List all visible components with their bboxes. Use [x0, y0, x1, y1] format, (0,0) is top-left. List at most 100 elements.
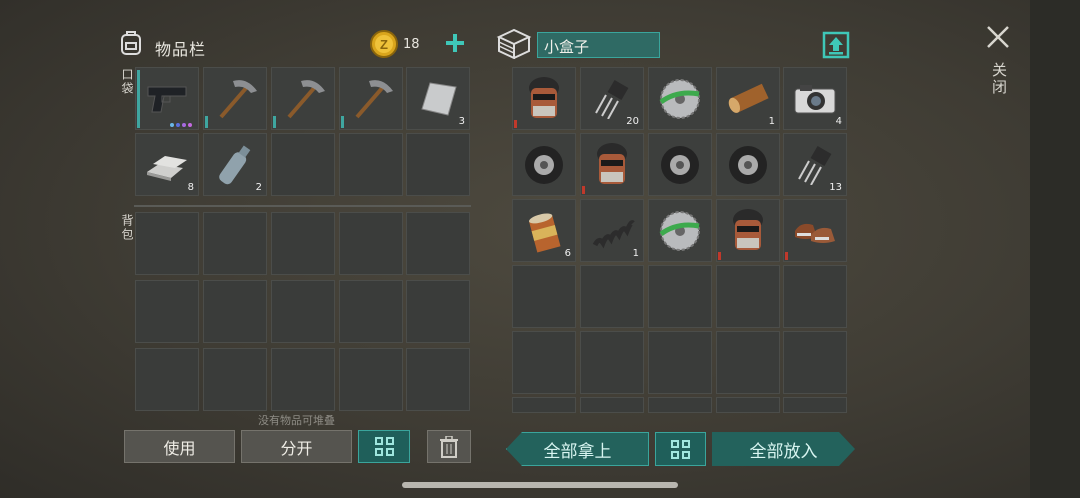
container-slot[interactable]: [783, 397, 847, 413]
container-slot[interactable]: [580, 133, 644, 196]
close-label[interactable]: 关闭: [989, 62, 1010, 96]
backpack-slot[interactable]: [271, 212, 335, 275]
sort-button[interactable]: [358, 430, 410, 463]
trash-button[interactable]: [427, 430, 471, 463]
grid-icon: [374, 437, 394, 456]
backpack-slot[interactable]: [339, 212, 403, 275]
pocket-slot[interactable]: [203, 67, 267, 130]
item-count: 1: [632, 248, 639, 259]
item-count: 1: [768, 116, 775, 127]
container-slot[interactable]: 6: [512, 199, 576, 262]
item-count: 4: [835, 116, 842, 127]
container-slot[interactable]: [512, 265, 576, 328]
pocket-slot[interactable]: [271, 67, 335, 130]
coin-count: 18: [403, 37, 420, 52]
container-title-field[interactable]: 小盒子: [537, 32, 660, 58]
attachment-dots: [170, 123, 192, 127]
welding-mask-icon: [581, 134, 643, 195]
pocket-slot[interactable]: [339, 67, 403, 130]
grid-icon: [671, 439, 690, 459]
pocket-slot[interactable]: [339, 133, 403, 196]
container-slot[interactable]: [648, 133, 712, 196]
backpack-slot[interactable]: [203, 348, 267, 411]
backpack-slot[interactable]: [339, 280, 403, 343]
container-slot[interactable]: [716, 133, 780, 196]
coin-icon: Z: [369, 29, 399, 63]
boots-icon: [784, 200, 846, 261]
put-all-button[interactable]: 全部放入: [712, 432, 855, 466]
container-slot[interactable]: [648, 331, 712, 394]
container-slot[interactable]: [580, 331, 644, 394]
container-slot[interactable]: 1: [716, 67, 780, 130]
container-slot[interactable]: 4: [783, 67, 847, 130]
welding-mask-icon: [513, 68, 575, 129]
pickaxe-icon: [340, 68, 402, 129]
pistol-icon: [136, 68, 198, 129]
add-coins-button[interactable]: [444, 32, 466, 54]
split-button[interactable]: 分开: [241, 430, 352, 463]
close-icon: [987, 26, 1009, 48]
backpack-slot[interactable]: [271, 348, 335, 411]
container-slot[interactable]: [580, 397, 644, 413]
container-slot[interactable]: [648, 67, 712, 130]
container-slot[interactable]: [648, 199, 712, 262]
backpack-slot[interactable]: [135, 348, 199, 411]
pocket-slot[interactable]: [135, 67, 199, 130]
pocket-slot[interactable]: 3: [406, 67, 470, 130]
welding-mask-icon: [717, 200, 779, 261]
right-dark-panel: [1030, 0, 1080, 498]
inventory-title: 物品栏: [155, 40, 207, 59]
backpack-slot[interactable]: [135, 212, 199, 275]
container-slot[interactable]: [648, 265, 712, 328]
item-count: 20: [626, 116, 639, 127]
take-all-button[interactable]: 全部拿上: [506, 432, 649, 466]
trash-icon: [440, 435, 458, 458]
pocket-slot[interactable]: [406, 133, 470, 196]
backpack-slot[interactable]: [203, 280, 267, 343]
box-icon: [496, 27, 532, 63]
backpack-slot[interactable]: [406, 212, 470, 275]
container-slot[interactable]: [716, 265, 780, 328]
use-button[interactable]: 使用: [124, 430, 235, 463]
close-button[interactable]: [985, 24, 1011, 50]
container-slot[interactable]: [783, 199, 847, 262]
container-slot[interactable]: [716, 331, 780, 394]
container-sort-button[interactable]: [655, 432, 706, 466]
backpack-slot[interactable]: [203, 212, 267, 275]
backpack-slot[interactable]: [406, 348, 470, 411]
saw-blade-icon: [649, 200, 711, 261]
container-slot[interactable]: 20: [580, 67, 644, 130]
container-slot[interactable]: [512, 397, 576, 413]
backpack-slot[interactable]: [406, 280, 470, 343]
pocket-slot[interactable]: 2: [203, 133, 267, 196]
container-slot[interactable]: 13: [783, 133, 847, 196]
tire-icon: [513, 134, 575, 195]
backpack-slot[interactable]: [271, 280, 335, 343]
container-title: 小盒子: [544, 38, 590, 56]
pickaxe-icon: [204, 68, 266, 129]
container-slot[interactable]: [512, 67, 576, 130]
pocket-slot[interactable]: 8: [135, 133, 199, 196]
container-slot[interactable]: [648, 397, 712, 413]
backpack-slot[interactable]: [135, 280, 199, 343]
container-slot[interactable]: [716, 397, 780, 413]
container-slot[interactable]: 1: [580, 199, 644, 262]
pocket-slot[interactable]: [271, 133, 335, 196]
container-slot[interactable]: [580, 265, 644, 328]
item-count: 2: [255, 182, 262, 193]
container-slot[interactable]: [783, 331, 847, 394]
tire-icon: [649, 134, 711, 195]
upload-button[interactable]: [822, 31, 850, 63]
upload-icon: [822, 31, 850, 59]
backpack-slot[interactable]: [339, 348, 403, 411]
backpack-icon: [118, 28, 144, 60]
container-slot[interactable]: [512, 133, 576, 196]
container-slot[interactable]: [716, 199, 780, 262]
container-slot[interactable]: [512, 331, 576, 394]
pickaxe-icon: [272, 68, 334, 129]
saw-blade-icon: [649, 68, 711, 129]
container-slot[interactable]: [783, 265, 847, 328]
svg-text:Z: Z: [380, 37, 388, 52]
item-count: 8: [187, 182, 194, 193]
section-divider: [134, 205, 471, 207]
